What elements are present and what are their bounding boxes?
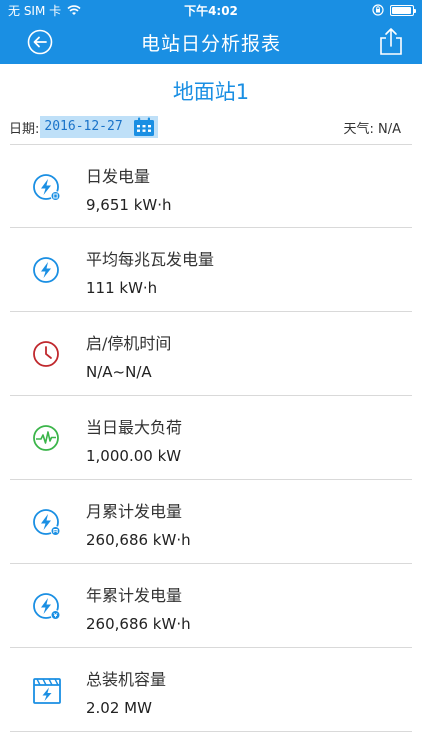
weather-text: 天气: N/A xyxy=(343,121,401,137)
carrier-text: 无 SIM 卡 xyxy=(8,3,62,18)
nav-bar: 电站日分析报表 xyxy=(0,20,422,64)
item-label: 当日最大负荷 xyxy=(86,418,183,437)
battery-fill xyxy=(392,6,411,14)
status-right xyxy=(372,4,416,16)
calendar-icon[interactable] xyxy=(133,117,155,137)
item-label: 平均每兆瓦发电量 xyxy=(86,250,215,269)
item-label: 月累计发电量 xyxy=(86,502,183,521)
item-label: 总装机容量 xyxy=(86,670,167,689)
list-item-yearly-energy[interactable]: 年累计发电量 260,686 kW·h xyxy=(10,564,412,648)
item-value: N/A~N/A xyxy=(86,363,152,381)
item-label: 年累计发电量 xyxy=(86,586,183,605)
list-item-total-capacity[interactable]: 总装机容量 2.02 MW xyxy=(10,648,412,732)
metrics-list: 日发电量 9,651 kW·h 平均每兆瓦发电量 111 kW·h 启/停机时间… xyxy=(0,144,422,732)
station-name: 地面站1 xyxy=(172,80,250,104)
list-item-monthly-energy[interactable]: 月累计发电量 260,686 kW·h xyxy=(10,480,412,564)
daily-energy-bolt-icon xyxy=(33,174,61,201)
item-label: 启/停机时间 xyxy=(86,334,172,353)
item-label: 日发电量 xyxy=(86,167,151,186)
status-bar: 无 SIM 卡 下午4:02 xyxy=(0,0,422,20)
item-value: 2.02 MW xyxy=(86,699,152,717)
date-value[interactable]: 2016-12-27 xyxy=(44,116,122,138)
back-circle-arrow-icon[interactable] xyxy=(27,29,53,55)
capacity-box-icon xyxy=(33,678,61,704)
wifi-icon xyxy=(67,4,81,15)
date-label: 日期: xyxy=(9,121,40,137)
item-value: 9,651 kW·h xyxy=(86,196,172,214)
item-value: 111 kW·h xyxy=(86,279,158,297)
share-upload-icon[interactable] xyxy=(378,26,404,56)
item-value: 260,686 kW·h xyxy=(86,531,191,549)
pulse-icon xyxy=(33,425,59,451)
item-value: 1,000.00 kW xyxy=(86,447,182,465)
yearly-energy-bolt-icon xyxy=(33,593,61,620)
page-title: 电站日分析报表 xyxy=(140,32,281,55)
list-item-daily-energy[interactable]: 日发电量 9,651 kW·h xyxy=(10,144,412,228)
clock-icon xyxy=(33,341,59,367)
list-item-avg-per-mw[interactable]: 平均每兆瓦发电量 111 kW·h xyxy=(10,228,412,312)
date-row: 日期: 2016-12-27 天气: N/A xyxy=(0,116,422,138)
list-item-max-load[interactable]: 当日最大负荷 1,000.00 kW xyxy=(10,396,412,480)
item-value: 260,686 kW·h xyxy=(86,615,191,633)
rotation-lock-icon xyxy=(372,4,384,16)
date-picker[interactable]: 2016-12-27 xyxy=(40,116,158,138)
monthly-energy-bolt-icon xyxy=(33,509,61,536)
battery-icon xyxy=(390,4,416,16)
list-item-start-stop-time[interactable]: 启/停机时间 N/A~N/A xyxy=(10,312,412,396)
bolt-icon xyxy=(33,257,59,283)
status-left: 无 SIM 卡 xyxy=(8,2,81,19)
